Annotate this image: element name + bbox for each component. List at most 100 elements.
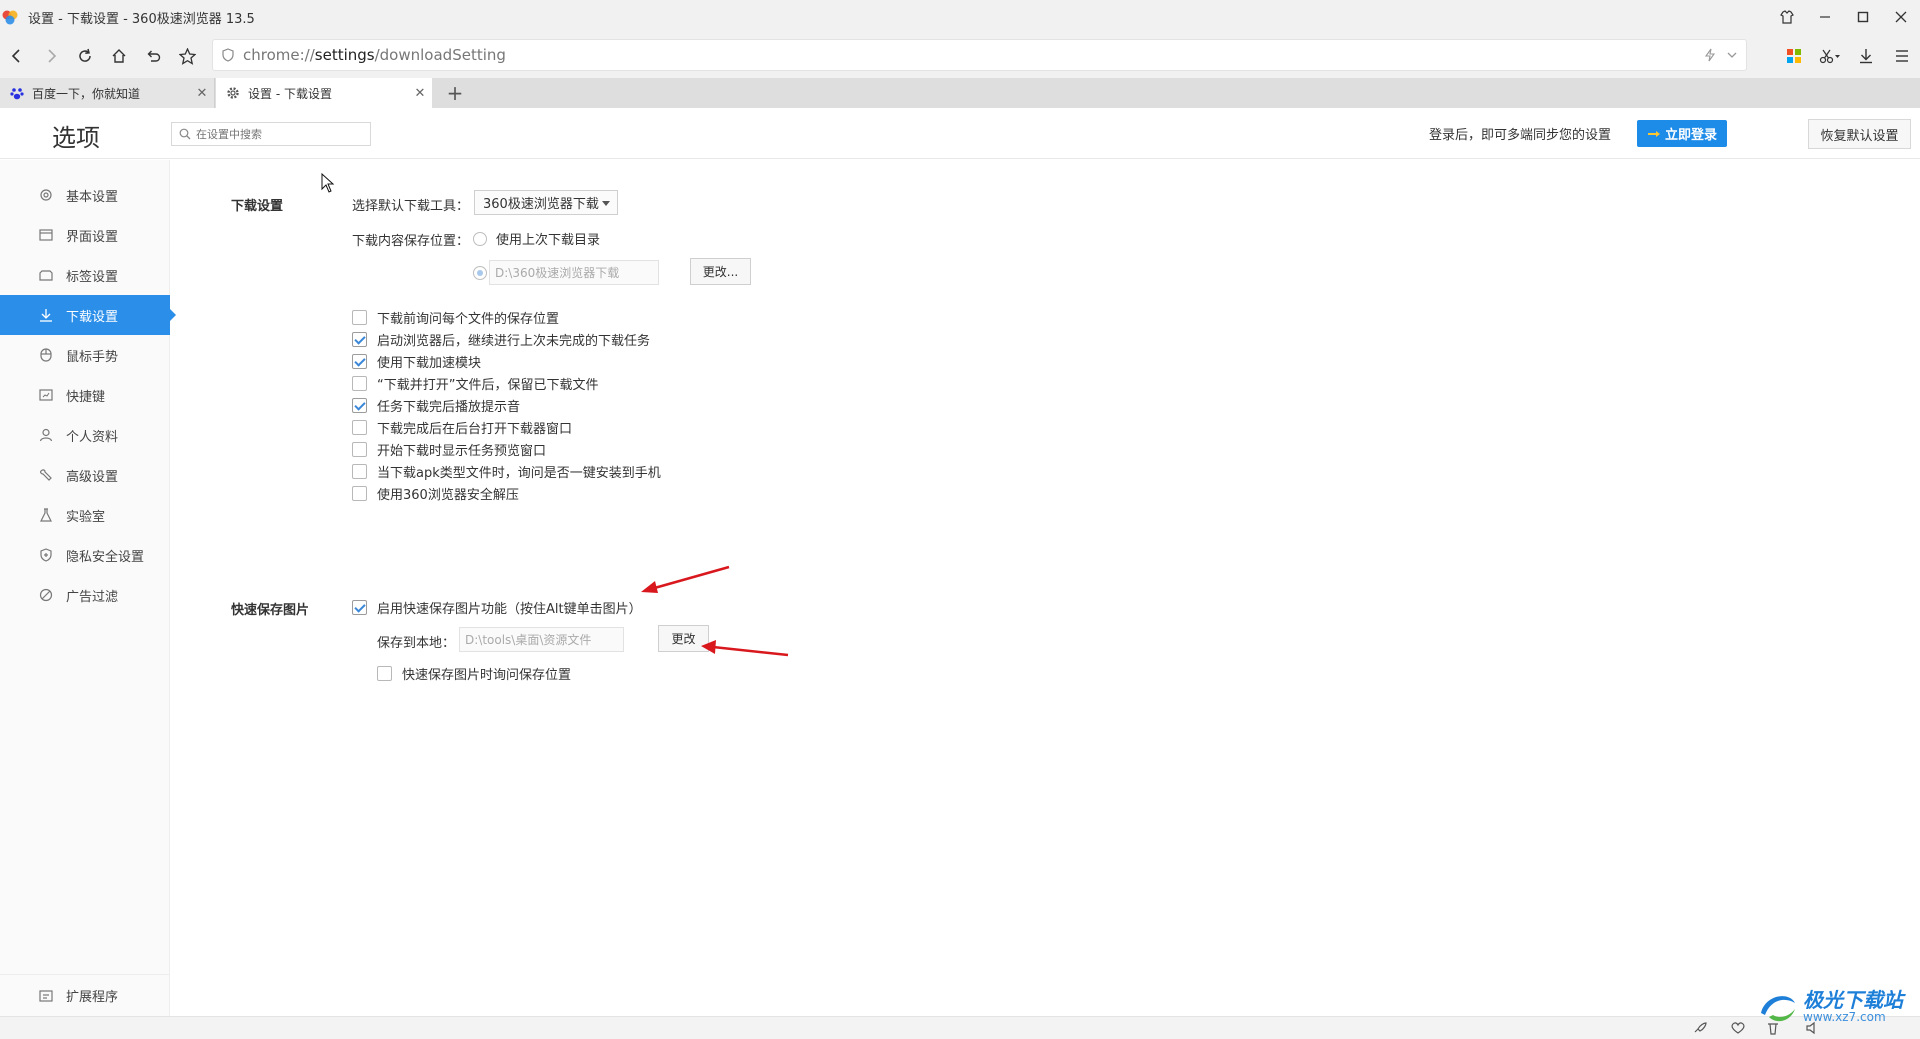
quicksave-enable-checkbox[interactable] [352, 599, 367, 615]
star-icon [178, 47, 196, 65]
forward-arrow-icon [48, 49, 57, 63]
sidebar-item-label: 广告过滤 [66, 589, 119, 605]
rocket-icon[interactable] [1692, 1021, 1708, 1035]
download-tool-selected: 360极速浏览器下载 [483, 197, 599, 212]
download-option-checkbox[interactable] [352, 463, 367, 479]
download-option-checkbox[interactable] [352, 397, 367, 413]
quicksave-ask-row[interactable]: 快速保存图片时询问保存位置 [377, 662, 571, 684]
tab-settings[interactable]: 设置 - 下载设置 ✕ [216, 78, 432, 108]
settings-search-input[interactable] [196, 127, 356, 141]
lightning-icon[interactable] [1704, 48, 1716, 62]
back-button[interactable] [0, 39, 34, 73]
quicksave-ask-checkbox[interactable] [377, 665, 392, 681]
undo-icon [147, 50, 161, 62]
sidebar-item-4[interactable]: 下载设置 [0, 295, 176, 335]
tab-baidu[interactable]: 百度一下，你就知道 ✕ [0, 78, 215, 108]
sidebar-item-label: 实验室 [66, 509, 106, 525]
quicksave-save-to-label: 保存到本地： [377, 636, 456, 651]
scissors-icon[interactable] [1812, 34, 1848, 78]
settings-search-box[interactable] [171, 122, 371, 146]
sidebar-item-1[interactable]: 基本设置 [0, 175, 170, 215]
sidebar-item-7[interactable]: 个人资料 [0, 415, 170, 455]
reload-button[interactable] [68, 39, 102, 73]
sidebar-item-extensions[interactable]: 扩展程序 [0, 974, 170, 1016]
sidebar-item-label: 界面设置 [66, 229, 119, 245]
download-option-label: “下载并打开”文件后，保留已下载文件 [377, 377, 599, 393]
download-option-checkbox[interactable] [352, 485, 367, 501]
download-option-row[interactable]: 开始下载时显示任务预览窗口 [352, 438, 546, 460]
login-button[interactable]: 立即登录 [1637, 120, 1727, 147]
download-option-checkbox[interactable] [352, 419, 367, 435]
download-manager-icon[interactable] [1848, 34, 1884, 78]
quicksave-path-field[interactable]: D:\tools\桌面\资源文件 [459, 627, 624, 652]
download-option-checkbox[interactable] [352, 375, 367, 391]
download-option-label: 使用360浏览器安全解压 [377, 487, 519, 503]
download-option-row[interactable]: “下载并打开”文件后，保留已下载文件 [352, 372, 598, 394]
download-change-button[interactable]: 更改... [690, 258, 751, 285]
maximize-button[interactable] [1844, 0, 1882, 34]
download-option-row[interactable]: 下载完成后在后台打开下载器窗口 [352, 416, 572, 438]
download-option-row[interactable]: 任务下载完后播放提示音 [352, 394, 520, 416]
skin-icon[interactable] [1768, 0, 1806, 34]
download-option-label: 使用下载加速模块 [377, 355, 482, 371]
tab-label: 百度一下，你就知道 [32, 86, 141, 101]
sidebar-item-6[interactable]: 快捷键 [0, 375, 170, 415]
annotation-arrow-icon [701, 640, 789, 657]
restore-defaults-button[interactable]: 恢复默认设置 [1808, 119, 1911, 149]
browser-logo-icon [2, 10, 18, 25]
new-tab-button[interactable]: + [440, 78, 470, 108]
download-option-row[interactable]: 下载前询问每个文件的保存位置 [352, 306, 559, 328]
sidebar-item-label: 扩展程序 [66, 990, 119, 1005]
mouse-cursor-icon [321, 173, 335, 193]
security-shield-icon[interactable] [213, 48, 243, 62]
home-button[interactable] [102, 39, 136, 73]
minimize-button[interactable] [1806, 0, 1844, 34]
address-bar[interactable]: chrome://settings/downloadSetting [212, 39, 1747, 71]
radio-last-directory[interactable] [473, 232, 487, 246]
sidebar-item-11[interactable]: 广告过滤 [0, 575, 170, 615]
download-tool-label: 选择默认下载工具： [352, 199, 470, 214]
sidebar-item-label: 隐私安全设置 [66, 549, 145, 565]
puzzle-icon [37, 989, 55, 1003]
browser-toolbar: chrome://settings/downloadSetting [0, 34, 1920, 78]
bookmark-star-button[interactable] [170, 39, 204, 73]
login-hint: 登录后，即可多端同步您的设置 [1429, 128, 1612, 143]
download-tool-dropdown[interactable]: 360极速浏览器下载 [474, 190, 618, 215]
sidebar-item-5[interactable]: 鼠标手势 [0, 335, 170, 375]
download-location-label: 下载内容保存位置： [352, 234, 470, 249]
tab-label: 设置 - 下载设置 [248, 86, 332, 101]
download-path-field[interactable]: D:\360极速浏览器下载 [489, 260, 659, 285]
sidebar-item-9[interactable]: 实验室 [0, 495, 170, 535]
download-option-checkbox[interactable] [352, 441, 367, 457]
undo-close-button[interactable] [136, 39, 170, 73]
heart-icon[interactable] [1730, 1021, 1746, 1035]
download-option-row[interactable]: 使用360浏览器安全解压 [352, 482, 519, 504]
chevron-down-icon[interactable] [1726, 50, 1738, 60]
block-icon [37, 588, 55, 602]
forward-button[interactable] [34, 39, 68, 73]
dropdown-caret-icon [602, 201, 610, 206]
sidebar-item-10[interactable]: 隐私安全设置 [0, 535, 170, 575]
menu-icon[interactable] [1884, 34, 1920, 78]
quicksave-enable-label: 启用快速保存图片功能（按住Alt键单击图片） [377, 601, 642, 617]
close-window-button[interactable] [1882, 0, 1920, 34]
download-option-checkbox[interactable] [352, 309, 367, 325]
radio-custom-directory[interactable] [473, 266, 487, 280]
sidebar-item-2[interactable]: 界面设置 [0, 215, 170, 255]
url-text[interactable]: chrome://settings/downloadSetting [243, 46, 506, 64]
search-icon [179, 128, 191, 140]
settings-sidebar: 基本设置界面设置标签设置 下载设置鼠标手势快捷键 个人资料 高级设置实验室隐私安全设置… [0, 160, 176, 1016]
tab-close-icon[interactable]: ✕ [190, 86, 214, 101]
download-option-row[interactable]: 当下载apk类型文件时，询问是否一键安装到手机 [352, 460, 661, 482]
quicksave-enable-row[interactable]: 启用快速保存图片功能（按住Alt键单击图片） [352, 596, 642, 618]
sidebar-item-8[interactable]: 高级设置 [0, 455, 170, 495]
watermark-url: www.xz7.com [1803, 1010, 1886, 1025]
tab-close-icon[interactable]: ✕ [408, 86, 432, 101]
download-option-checkbox[interactable] [352, 331, 367, 347]
sidebar-item-label: 鼠标手势 [66, 349, 119, 365]
download-option-row[interactable]: 启动浏览器后，继续进行上次未完成的下载任务 [352, 328, 650, 350]
apps-grid-icon[interactable] [1776, 34, 1812, 78]
download-option-row[interactable]: 使用下载加速模块 [352, 350, 481, 372]
download-option-checkbox[interactable] [352, 353, 367, 369]
sidebar-item-3[interactable]: 标签设置 [0, 255, 170, 295]
